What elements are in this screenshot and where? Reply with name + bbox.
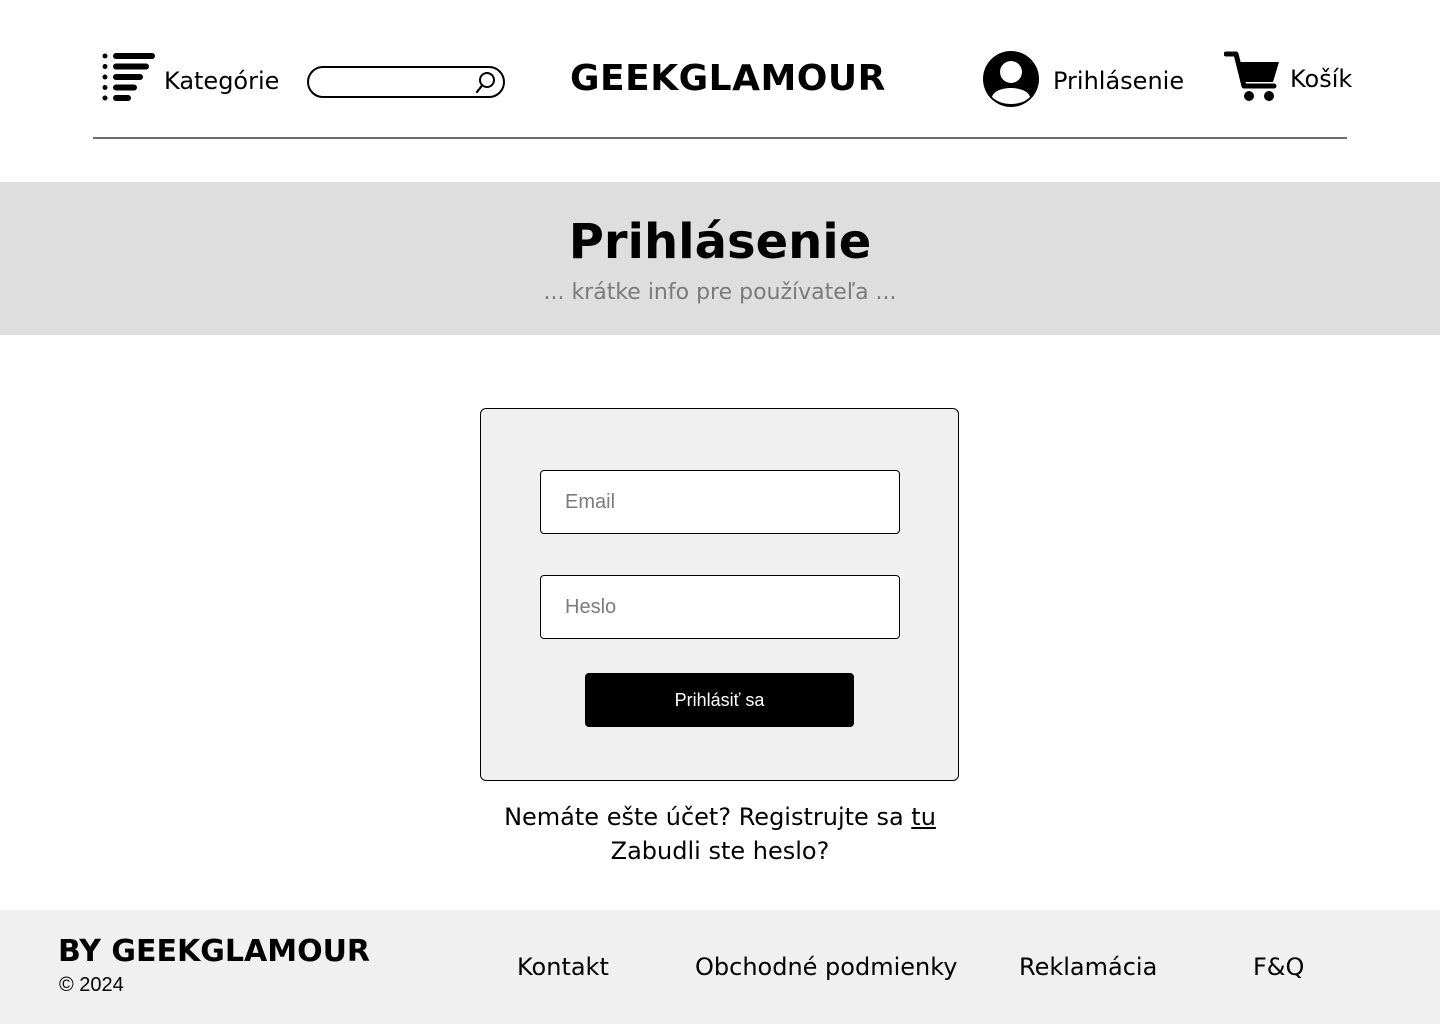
footer-link-faq[interactable]: F&Q [1253, 952, 1304, 982]
login-button[interactable]: Prihlásiť sa [585, 673, 854, 727]
page-banner: Prihlásenie ... krátke info pre používat… [0, 182, 1440, 335]
categories-list-icon[interactable] [101, 51, 157, 107]
site-header: Kategórie GEEKGLAMOUR Prihlásenie Košík [0, 0, 1440, 182]
user-avatar-icon[interactable] [983, 51, 1039, 107]
email-field[interactable] [540, 470, 900, 534]
login-link[interactable]: Prihlásenie [1053, 66, 1184, 96]
register-prompt: Nemáte ešte účet? Registrujte sa tu [0, 802, 1440, 832]
register-text: Nemáte ešte účet? Registrujte sa [504, 803, 912, 831]
footer-link-terms[interactable]: Obchodné podmienky [695, 952, 957, 982]
footer-link-complaints[interactable]: Reklamácia [1019, 952, 1157, 982]
forgot-password-link[interactable]: Zabudli ste heslo? [0, 836, 1440, 866]
footer-link-contact[interactable]: Kontakt [517, 952, 609, 982]
search-bar[interactable] [307, 66, 505, 98]
register-link[interactable]: tu [911, 803, 936, 831]
login-form: Prihlásiť sa [480, 408, 959, 781]
page-subtitle: ... krátke info pre používateľa ... [543, 280, 897, 305]
header-divider [93, 137, 1347, 139]
cart-icon[interactable] [1223, 48, 1282, 104]
page-title: Prihlásenie [568, 214, 872, 270]
footer-brand: BY GEEKGLAMOUR [58, 934, 371, 969]
site-footer: BY GEEKGLAMOUR © 2024 Kontakt Obchodné p… [0, 910, 1440, 1024]
password-field[interactable] [540, 575, 900, 639]
site-logo[interactable]: GEEKGLAMOUR [570, 58, 885, 100]
footer-copyright: © 2024 [59, 974, 124, 996]
search-icon[interactable] [475, 71, 497, 95]
categories-label[interactable]: Kategórie [164, 66, 279, 96]
cart-link[interactable]: Košík [1290, 64, 1352, 94]
